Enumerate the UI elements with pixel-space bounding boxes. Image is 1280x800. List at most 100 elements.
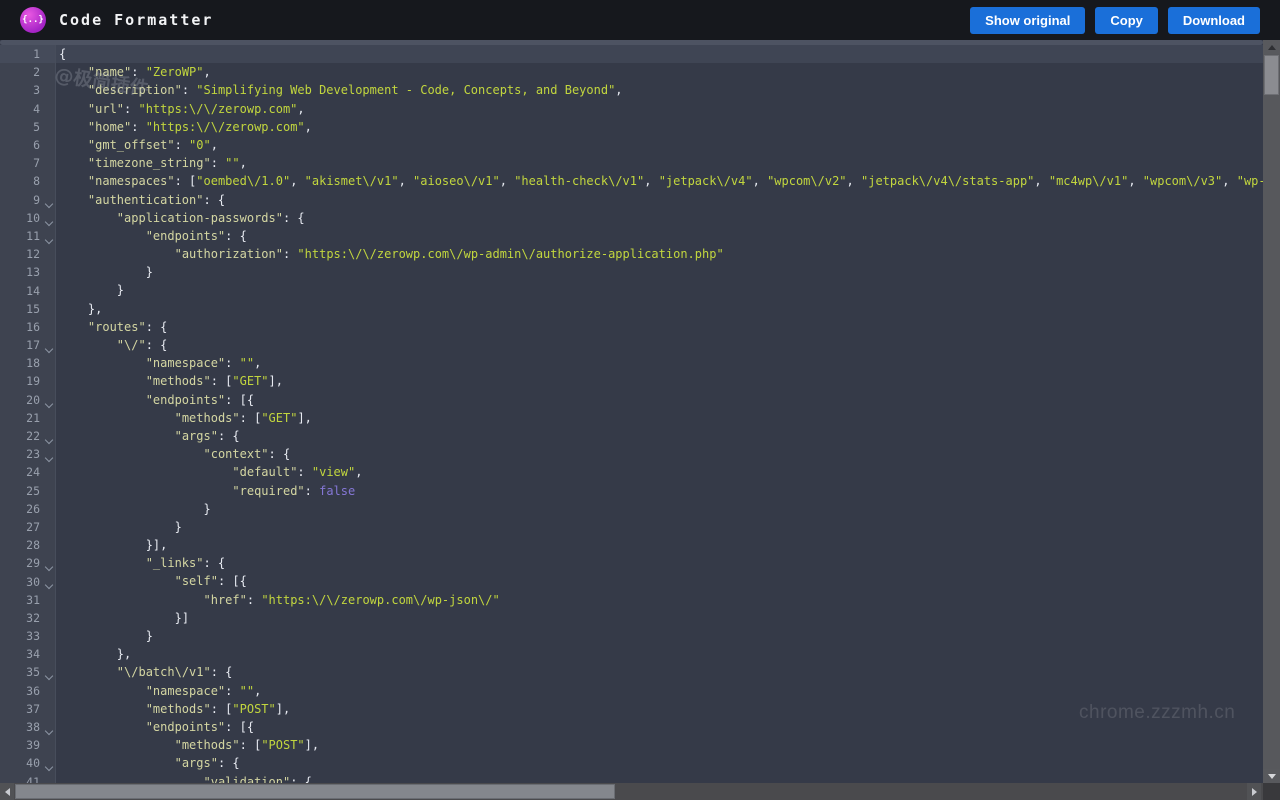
code-line: 18"namespace": "", bbox=[0, 354, 1263, 372]
code-text: }] bbox=[56, 609, 189, 627]
show-original-button[interactable]: Show original bbox=[970, 7, 1085, 34]
code-text: "namespace": "", bbox=[56, 354, 261, 372]
line-gutter: 36 bbox=[0, 682, 56, 700]
line-number: 31 bbox=[0, 593, 40, 607]
line-gutter: 2 bbox=[0, 63, 56, 81]
scroll-left-button[interactable] bbox=[0, 783, 14, 800]
code-line: 23 "context": { bbox=[0, 445, 1263, 463]
horizontal-scrollbar-thumb[interactable] bbox=[15, 784, 615, 799]
line-number: 5 bbox=[0, 120, 40, 134]
line-number: 22 bbox=[0, 429, 40, 443]
line-number: 13 bbox=[0, 265, 40, 279]
line-number: 25 bbox=[0, 484, 40, 498]
line-gutter: 24 bbox=[0, 463, 56, 481]
vertical-scrollbar-thumb[interactable] bbox=[1264, 55, 1279, 95]
code-text: "authentication": { bbox=[56, 191, 225, 209]
line-gutter: 8 bbox=[0, 172, 56, 190]
line-gutter: 18 bbox=[0, 354, 56, 372]
code-text: "authorization": "https:\/\/zerowp.com\/… bbox=[56, 245, 724, 263]
line-gutter: 21 bbox=[0, 409, 56, 427]
code-line: 9"authentication": { bbox=[0, 191, 1263, 209]
line-number: 39 bbox=[0, 738, 40, 752]
line-gutter: 32 bbox=[0, 609, 56, 627]
code-line: 33} bbox=[0, 627, 1263, 645]
line-number: 23 bbox=[0, 447, 40, 461]
code-line: 34}, bbox=[0, 645, 1263, 663]
code-text: "context": { bbox=[56, 445, 290, 463]
line-gutter: 1 bbox=[0, 45, 56, 63]
line-gutter: 28 bbox=[0, 536, 56, 554]
line-number: 38 bbox=[0, 720, 40, 734]
arrow-right-icon bbox=[1252, 788, 1257, 796]
code-text: "endpoints": { bbox=[56, 227, 247, 245]
copy-button[interactable]: Copy bbox=[1095, 7, 1158, 34]
code-line: 36"namespace": "", bbox=[0, 682, 1263, 700]
line-number: 6 bbox=[0, 138, 40, 152]
code-text: } bbox=[56, 518, 182, 536]
line-gutter: 35 bbox=[0, 663, 56, 681]
code-line: 2"name": "ZeroWP", bbox=[0, 63, 1263, 81]
scroll-right-button[interactable] bbox=[1247, 783, 1261, 800]
code-text: "routes": { bbox=[56, 318, 167, 336]
code-line: 26} bbox=[0, 500, 1263, 518]
app-title: Code Formatter bbox=[59, 11, 213, 29]
line-gutter: 19 bbox=[0, 372, 56, 390]
line-number: 2 bbox=[0, 65, 40, 79]
line-gutter: 15 bbox=[0, 300, 56, 318]
code-line: 8"namespaces": ["oembed\/1.0", "akismet\… bbox=[0, 172, 1263, 190]
code-line: 27} bbox=[0, 518, 1263, 536]
line-gutter: 31 bbox=[0, 591, 56, 609]
scroll-down-button[interactable] bbox=[1263, 769, 1280, 783]
scroll-up-button[interactable] bbox=[1263, 40, 1280, 54]
line-gutter: 17 bbox=[0, 336, 56, 354]
horizontal-scrollbar[interactable] bbox=[0, 783, 1263, 800]
line-gutter: 3 bbox=[0, 81, 56, 99]
code-text: "default": "view", bbox=[56, 463, 362, 481]
line-gutter: 9 bbox=[0, 191, 56, 209]
line-number: 15 bbox=[0, 302, 40, 316]
line-number: 17 bbox=[0, 338, 40, 352]
line-gutter: 41 bbox=[0, 773, 56, 784]
line-number: 1 bbox=[0, 47, 40, 61]
line-number: 20 bbox=[0, 393, 40, 407]
code-line: 30 "self": [{ bbox=[0, 572, 1263, 590]
line-gutter: 25 bbox=[0, 482, 56, 500]
code-line: 39"methods": ["POST"], bbox=[0, 736, 1263, 754]
line-number: 19 bbox=[0, 374, 40, 388]
code-text: "endpoints": [{ bbox=[56, 391, 254, 409]
line-number: 28 bbox=[0, 538, 40, 552]
code-line: 29"_links": { bbox=[0, 554, 1263, 572]
line-gutter: 40 bbox=[0, 754, 56, 772]
code-line: 15}, bbox=[0, 300, 1263, 318]
code-text: "args": { bbox=[56, 427, 240, 445]
code-line: 11"endpoints": { bbox=[0, 227, 1263, 245]
code-text: "\/": { bbox=[56, 336, 167, 354]
line-gutter: 30 bbox=[0, 572, 56, 590]
arrow-down-icon bbox=[1268, 774, 1276, 779]
line-number: 16 bbox=[0, 320, 40, 334]
line-gutter: 5 bbox=[0, 118, 56, 136]
line-number: 21 bbox=[0, 411, 40, 425]
vertical-scrollbar[interactable] bbox=[1263, 40, 1280, 783]
code-text: "args": { bbox=[56, 754, 240, 772]
code-line: 4"url": "https:\/\/zerowp.com", bbox=[0, 100, 1263, 118]
code-text: }], bbox=[56, 536, 167, 554]
code-text: "methods": ["GET"], bbox=[56, 409, 312, 427]
code-line: 7 "timezone_string": "", bbox=[0, 154, 1263, 172]
line-number: 24 bbox=[0, 465, 40, 479]
code-line: 38 "endpoints": [{ bbox=[0, 718, 1263, 736]
line-number: 3 bbox=[0, 83, 40, 97]
code-line: 20 "endpoints": [{ bbox=[0, 391, 1263, 409]
code-text: } bbox=[56, 627, 153, 645]
line-number: 7 bbox=[0, 156, 40, 170]
line-gutter: 16 bbox=[0, 318, 56, 336]
download-button[interactable]: Download bbox=[1168, 7, 1260, 34]
code-text: "self": [{ bbox=[56, 572, 247, 590]
code-editor: 1{2"name": "ZeroWP",3"description": "Sim… bbox=[0, 40, 1263, 783]
line-number: 30 bbox=[0, 575, 40, 589]
code-text: }, bbox=[56, 645, 131, 663]
code-line: 22 "args": { bbox=[0, 427, 1263, 445]
code-text: "timezone_string": "", bbox=[56, 154, 247, 172]
code-text: "methods": ["POST"], bbox=[56, 700, 290, 718]
code-text: "endpoints": [{ bbox=[56, 718, 254, 736]
